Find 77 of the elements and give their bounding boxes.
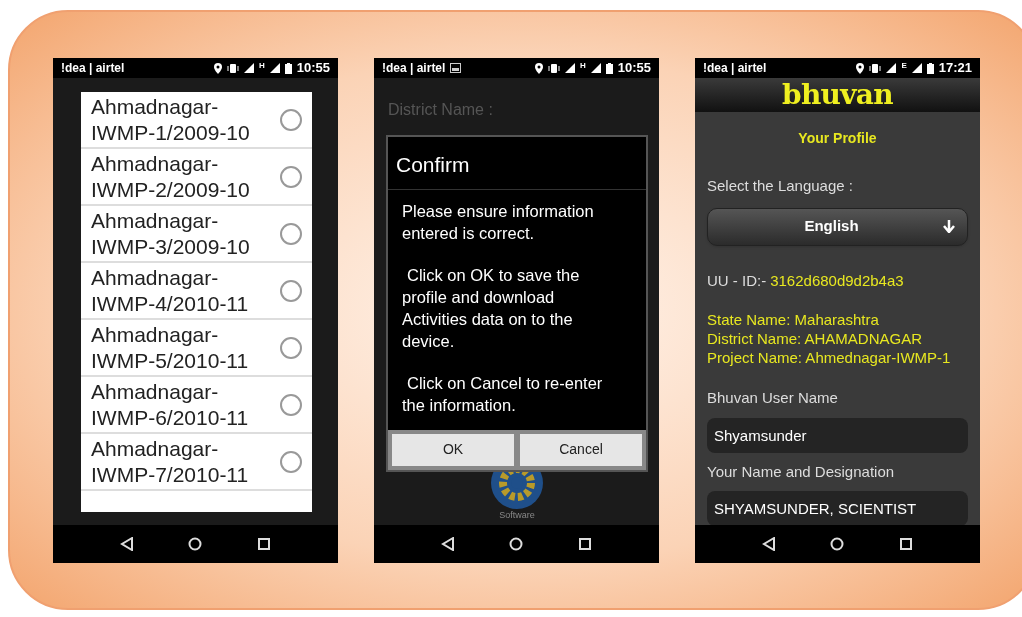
profile-detail: Project Name: Ahmednagar-IWMP-1 bbox=[707, 348, 952, 367]
signal-icon bbox=[243, 63, 254, 73]
carrier-name: !dea | airtel bbox=[61, 60, 125, 77]
option-label: Ahmadnagar-IWMP-4/2010-11 bbox=[91, 264, 250, 317]
dialog-message: Please ensure information entered is correct. bbox=[402, 200, 595, 244]
text-field[interactable]: Shyamsunder bbox=[707, 417, 968, 453]
radio-button[interactable] bbox=[280, 165, 302, 188]
option-label: Ahmadnagar-IWMP-6/2010-11 bbox=[91, 378, 250, 431]
field-label: Bhuvan User Name bbox=[707, 388, 839, 408]
option-label: Ahmadnagar-IWMP-3/2009-10 bbox=[91, 207, 251, 260]
image-icon bbox=[450, 63, 462, 73]
vibrate-icon bbox=[547, 62, 560, 74]
dialog-button[interactable]: OK bbox=[392, 433, 514, 466]
option-row[interactable]: Ahmadnagar-IWMP-2/2009-10 bbox=[81, 149, 312, 206]
back-icon bbox=[441, 537, 456, 551]
app-logo: bhuvan bbox=[782, 80, 893, 110]
radio-button[interactable] bbox=[280, 450, 302, 473]
field-label: Select the Language : bbox=[707, 176, 854, 196]
id-value: 3162d680d9d2b4a3 bbox=[770, 270, 904, 291]
option-row[interactable]: Ahmadnagar-IWMP-5/2010-11 bbox=[81, 320, 312, 377]
signal-icon bbox=[886, 63, 897, 73]
field-label: Your Name and Designation bbox=[707, 461, 896, 482]
signal-icon bbox=[911, 63, 922, 73]
option-label: Ahmadnagar-IWMP-5/2010-11 bbox=[91, 321, 250, 374]
recents-icon bbox=[898, 537, 913, 551]
back-icon bbox=[120, 537, 135, 551]
option-row[interactable]: Ahmadnagar-IWMP-1/2009-10 bbox=[81, 92, 312, 149]
recents-icon bbox=[577, 537, 592, 551]
signal-icon bbox=[590, 63, 601, 73]
text-field[interactable]: SHYAMSUNDER, SCIENTIST bbox=[707, 491, 968, 525]
radio-button[interactable] bbox=[280, 279, 302, 302]
id-label: UU - ID:- bbox=[707, 270, 767, 291]
language-dropdown[interactable]: English bbox=[707, 207, 968, 246]
option-row[interactable]: Ahmadnagar-IWMP-4/2010-11 bbox=[81, 263, 312, 320]
radio-button[interactable] bbox=[280, 222, 302, 245]
option-row[interactable]: Ahmadnagar-IWMP-3/2009-10 bbox=[81, 206, 312, 263]
vibrate-icon bbox=[226, 62, 239, 74]
signal-icon bbox=[564, 63, 575, 73]
option-label: Ahmadnagar-IWMP-2/2009-10 bbox=[91, 150, 251, 203]
option-row[interactable]: Ahmadnagar-IWMP-6/2010-11 bbox=[81, 377, 312, 434]
battery-icon bbox=[605, 62, 613, 74]
location-pin-icon bbox=[534, 62, 543, 74]
app-label: Software bbox=[499, 510, 535, 521]
recents-icon bbox=[256, 537, 271, 551]
battery-icon bbox=[926, 62, 934, 74]
network-type: H bbox=[579, 60, 586, 72]
carrier-name: !dea | airtel bbox=[382, 60, 446, 77]
dialog-message: Click on OK to save the profile and download Activities data on to the device. bbox=[402, 264, 581, 352]
profile-detail: District Name: AHAMADNAGAR bbox=[707, 329, 924, 348]
home-icon bbox=[188, 537, 203, 551]
radio-button[interactable] bbox=[280, 108, 302, 131]
vibrate-icon bbox=[869, 62, 882, 74]
radio-button[interactable] bbox=[280, 393, 302, 416]
location-pin-icon bbox=[213, 62, 222, 74]
option-row[interactable]: Ahmadnagar-IWMP-7/2010-11 bbox=[81, 434, 312, 491]
clock-time: 10:55 bbox=[617, 59, 651, 78]
battery-icon bbox=[284, 62, 292, 74]
home-icon bbox=[830, 537, 845, 551]
dialog-title: Confirm bbox=[388, 137, 646, 190]
clock-time: 17:21 bbox=[938, 59, 972, 78]
clock-time: 10:55 bbox=[296, 59, 330, 78]
network-type: E bbox=[901, 60, 907, 72]
option-label: Ahmadnagar-IWMP-7/2010-11 bbox=[91, 435, 250, 488]
back-icon bbox=[762, 537, 777, 551]
home-icon bbox=[509, 537, 524, 551]
dialog-message: Click on Cancel to re-enter the information. bbox=[402, 372, 604, 416]
signal-icon bbox=[269, 63, 280, 73]
field-label: District Name : bbox=[388, 100, 493, 120]
dialog-button[interactable]: Cancel bbox=[520, 433, 642, 466]
radio-button[interactable] bbox=[280, 336, 302, 359]
page-heading: Your Profile bbox=[797, 129, 878, 148]
network-type: H bbox=[258, 60, 265, 72]
option-label: Ahmadnagar-IWMP-1/2009-10 bbox=[91, 93, 251, 146]
arrow-down-icon bbox=[943, 220, 955, 233]
location-pin-icon bbox=[856, 62, 865, 74]
carrier-name: !dea | airtel bbox=[703, 60, 767, 77]
profile-detail: State Name: Maharashtra bbox=[707, 310, 880, 329]
